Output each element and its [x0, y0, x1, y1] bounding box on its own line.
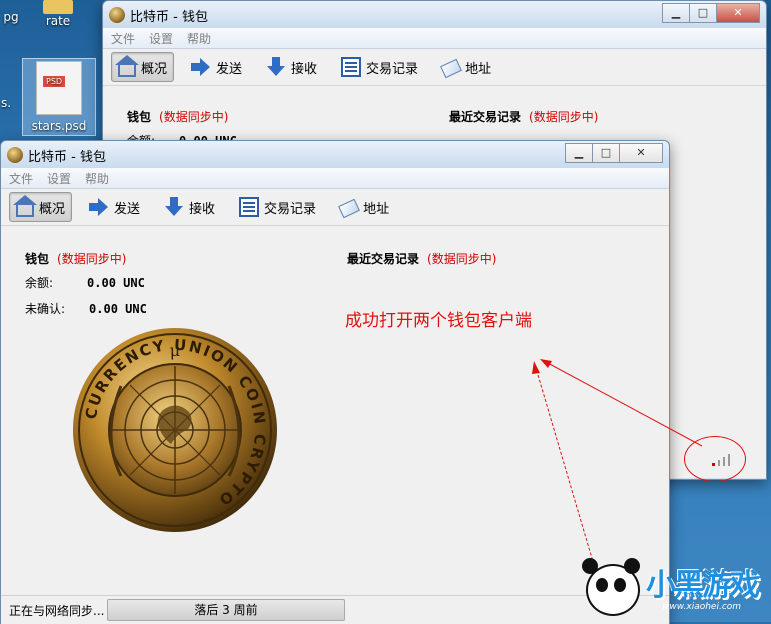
tab-transactions[interactable]: 交易记录 [334, 52, 425, 82]
desktop-icon-rate[interactable]: rate [38, 0, 78, 28]
menu-settings[interactable]: 设置 [149, 30, 173, 47]
home-icon [115, 55, 139, 77]
close-button[interactable]: ✕ [619, 143, 663, 163]
watermark-site: www.xiaohei.com [662, 602, 742, 612]
desktop-icon-pg[interactable]: pg [0, 10, 22, 24]
menu-help[interactable]: 帮助 [85, 170, 109, 187]
toolbar: 概况 发送 接收 交易记录 地址 [103, 49, 766, 86]
menu-file[interactable]: 文件 [111, 30, 135, 47]
maximize-button[interactable]: □ [592, 143, 620, 163]
address-book-icon [440, 58, 462, 79]
tab-send[interactable]: 发送 [184, 52, 249, 82]
list-icon [239, 197, 260, 217]
wallet-heading: 钱包 (数据同步中) [127, 108, 228, 125]
send-arrow-icon [89, 197, 109, 217]
sync-status: (数据同步中) [427, 252, 497, 266]
receive-arrow-icon [164, 197, 184, 217]
highlight-circle [684, 436, 746, 482]
desktop-icon-label: s. [0, 96, 12, 110]
unconfirmed-row: 未确认: 0.00 UNC [25, 300, 147, 317]
wallet-heading: 钱包 (数据同步中) [25, 250, 126, 267]
folder-icon [43, 0, 73, 14]
receive-arrow-icon [266, 57, 286, 77]
close-button[interactable]: ✕ [716, 3, 760, 23]
desktop-icon-stars-psd[interactable]: PSD stars.psd [22, 58, 96, 136]
annotation-text: 成功打开两个钱包客户端 [345, 311, 532, 331]
menu-bar: 文件 设置 帮助 [1, 168, 669, 189]
maximize-button[interactable]: □ [689, 3, 717, 23]
tab-label: 发送 [216, 61, 243, 77]
sync-progress-bar: 落后 3 周前 [107, 599, 345, 621]
wallet-window-front[interactable]: 比特币 - 钱包 ▁ □ ✕ 文件 设置 帮助 概况 发送 接收 交易记录 地址… [0, 140, 670, 624]
unconfirmed-value: 0.00 UNC [89, 302, 147, 316]
wallet-heading-text: 钱包 [25, 252, 50, 266]
sync-status: (数据同步中) [159, 110, 229, 124]
home-icon [13, 195, 37, 217]
recent-heading-text: 最近交易记录 [347, 252, 420, 266]
psd-file-icon: PSD [36, 61, 82, 115]
tab-label: 交易记录 [264, 201, 317, 217]
tab-label: 发送 [114, 201, 141, 217]
tab-transactions[interactable]: 交易记录 [232, 192, 323, 222]
tab-label: 交易记录 [366, 61, 419, 77]
desktop-icon-partial[interactable]: s. [0, 96, 12, 110]
status-bar: 正在与网络同步... 落后 3 周前 [1, 595, 669, 624]
balance-row: 余额: 0.00 UNC [25, 274, 145, 291]
title-bar[interactable]: 比特币 - 钱包 ▁ □ ✕ [1, 141, 669, 168]
desktop-icon-label: pg [3, 10, 19, 24]
tab-label: 接收 [189, 201, 216, 217]
currency-union-coin-logo: CURRENCY UNION COIN CRYPTO μ [73, 328, 277, 532]
tab-addresses[interactable]: 地址 [435, 52, 498, 82]
menu-file[interactable]: 文件 [9, 170, 33, 187]
bitcoin-icon [7, 147, 23, 163]
wallet-heading-text: 钱包 [127, 110, 152, 124]
tab-addresses[interactable]: 地址 [333, 192, 396, 222]
tab-label: 地址 [363, 201, 390, 217]
window-title: 比特币 - 钱包 [28, 150, 106, 165]
address-book-icon [338, 198, 360, 219]
balance-label: 余额: [25, 276, 54, 290]
sync-progress-label: 落后 3 周前 [194, 603, 258, 617]
unconfirmed-label: 未确认: [25, 302, 66, 316]
bitcoin-icon [109, 7, 125, 23]
recent-heading-text: 最近交易记录 [449, 110, 522, 124]
window-title: 比特币 - 钱包 [130, 10, 208, 25]
panda-mascot-icon [580, 556, 640, 618]
tab-label: 地址 [465, 61, 492, 77]
menu-settings[interactable]: 设置 [47, 170, 71, 187]
svg-text:μ: μ [170, 341, 180, 360]
tab-overview[interactable]: 概况 [111, 52, 175, 82]
desktop-icon-label: rate [45, 14, 71, 28]
overview-panel: 钱包 (数据同步中) 最近交易记录 (数据同步中) 余额: 0.00 UNC 未确认:… [1, 226, 669, 624]
toolbar: 概况 发送 接收 交易记录 地址 [1, 189, 669, 226]
balance-value: 0.00 UNC [87, 276, 145, 290]
watermark-logo: 小黑游戏 www.xiaohei.com [580, 552, 770, 622]
psd-badge: PSD [43, 76, 66, 87]
desktop-icon-label: stars.psd [31, 119, 87, 133]
tab-label: 概况 [39, 201, 66, 217]
tab-receive[interactable]: 接收 [259, 52, 324, 82]
sync-status: (数据同步中) [529, 110, 599, 124]
send-arrow-icon [191, 57, 211, 77]
recent-transactions-heading: 最近交易记录 (数据同步中) [347, 250, 496, 267]
sync-status: (数据同步中) [57, 252, 127, 266]
tab-label: 概况 [141, 61, 168, 77]
tab-send[interactable]: 发送 [82, 192, 147, 222]
sync-status-text: 正在与网络同步... [9, 604, 105, 618]
menu-bar: 文件 设置 帮助 [103, 28, 766, 49]
tab-label: 接收 [291, 61, 318, 77]
tab-receive[interactable]: 接收 [157, 192, 222, 222]
minimize-button[interactable]: ▁ [565, 143, 593, 163]
menu-help[interactable]: 帮助 [187, 30, 211, 47]
title-bar[interactable]: 比特币 - 钱包 ▁ □ ✕ [103, 1, 766, 28]
list-icon [341, 57, 362, 77]
recent-transactions-heading: 最近交易记录 (数据同步中) [449, 108, 598, 125]
watermark-brand: 小黑游戏 [646, 568, 760, 603]
minimize-button[interactable]: ▁ [662, 3, 690, 23]
tab-overview[interactable]: 概况 [9, 192, 73, 222]
